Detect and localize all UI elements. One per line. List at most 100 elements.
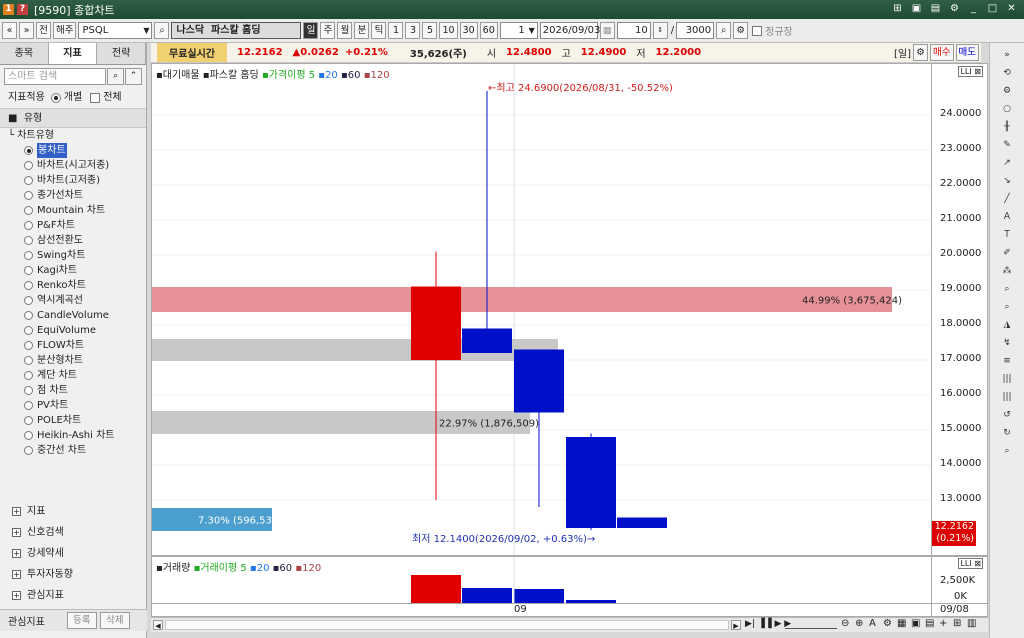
settings-icon[interactable]: ⚙: [883, 618, 892, 629]
period-tick-button[interactable]: 틱: [371, 22, 387, 39]
rotate-right-icon[interactable]: ↻: [996, 425, 1018, 442]
total-count-input[interactable]: 3000: [676, 22, 715, 39]
prev-prev-button[interactable]: «: [2, 22, 17, 39]
chart-type-item[interactable]: Kagi차트: [8, 263, 146, 278]
minute-60-button[interactable]: 60: [479, 22, 498, 39]
chart-type-item[interactable]: Heikin-Ashi 차트: [8, 428, 146, 443]
chart-type-item[interactable]: 분산형차트: [8, 353, 146, 368]
chart-type-item[interactable]: 중간선 차트: [8, 443, 146, 458]
zoom-slider[interactable]: [785, 621, 837, 629]
tab-jeon[interactable]: 전: [36, 22, 51, 39]
layout-2-icon[interactable]: ▣: [911, 618, 920, 629]
smart-search-input[interactable]: 스마트 검색: [4, 68, 106, 85]
chart-type-item[interactable]: 삼선전환도: [8, 233, 146, 248]
delete-button[interactable]: 삭제: [99, 612, 130, 629]
register-button[interactable]: 등록: [66, 612, 97, 629]
line-icon[interactable]: ╱: [996, 191, 1018, 208]
undo-icon[interactable]: ⟲: [996, 65, 1018, 82]
chart-type-item[interactable]: POLE차트: [8, 413, 146, 428]
fork-icon[interactable]: ↯: [996, 335, 1018, 352]
collapse-icon[interactable]: ⌃: [125, 68, 142, 85]
font-size-icon[interactable]: A: [869, 618, 876, 629]
calendar-icon[interactable]: ▦: [599, 22, 615, 39]
add-icon[interactable]: +: [939, 618, 947, 629]
minimize-button[interactable]: _: [967, 2, 980, 15]
chart-type-item[interactable]: EquiVolume: [8, 323, 146, 338]
tree-root[interactable]: └ 차트유형: [8, 128, 146, 143]
bars-icon[interactable]: |||: [996, 371, 1018, 388]
type-section-header[interactable]: ■ 유형: [0, 108, 146, 128]
group-signal[interactable]: + 신호검색: [0, 522, 147, 543]
zoom-icon[interactable]: ⌕: [716, 22, 732, 39]
individual-radio[interactable]: [50, 93, 61, 103]
layout-1-icon[interactable]: ▦: [897, 618, 906, 629]
pattern-icon[interactable]: ⁂: [996, 263, 1018, 280]
layout-icon[interactable]: ▣: [910, 2, 923, 15]
prev-button[interactable]: »: [19, 22, 34, 39]
volume-axis-mode-icon[interactable]: LLI ⊠: [958, 558, 983, 569]
group-favorite[interactable]: + 관심지표: [0, 585, 147, 606]
group-strength[interactable]: + 강세약세: [0, 543, 147, 564]
gear-icon[interactable]: ⚙: [948, 2, 961, 15]
chart-type-item[interactable]: 계단 차트: [8, 368, 146, 383]
help-icon[interactable]: ?: [17, 4, 28, 15]
maximize-button[interactable]: □: [986, 2, 999, 15]
period-day-button[interactable]: 일: [303, 22, 319, 39]
volume-chart[interactable]: ▪거래량 ▪거래이평 5 ▪20 ▪60 ▪120: [151, 556, 932, 604]
all-checkbox[interactable]: [90, 93, 101, 103]
scroll-track[interactable]: [165, 620, 729, 630]
scroll-left-icon[interactable]: ◀: [153, 620, 163, 630]
view-count-input[interactable]: 10: [616, 22, 651, 39]
layout-5-icon[interactable]: ▥: [967, 618, 976, 629]
price-chart[interactable]: 44.99% (3,675,424) 22.97% (1,876,509) 7.30…: [151, 63, 932, 556]
triangle-icon[interactable]: ◮: [996, 317, 1018, 334]
print-icon[interactable]: ▤: [929, 2, 942, 15]
gear-icon[interactable]: ⚙: [996, 83, 1018, 100]
chart-type-item[interactable]: Renko차트: [8, 278, 146, 293]
regular-session-checkbox[interactable]: [752, 25, 763, 36]
group-indicator[interactable]: + 지표: [0, 501, 147, 522]
pin-icon[interactable]: ⊞: [891, 2, 904, 15]
sell-button[interactable]: 매도: [955, 44, 979, 61]
layout-4-icon[interactable]: ⊞: [953, 618, 961, 629]
pen-icon[interactable]: ✎: [996, 137, 1018, 154]
chart-type-item[interactable]: FLOW차트: [8, 338, 146, 353]
bars2-icon[interactable]: |||: [996, 389, 1018, 406]
tab-haeju[interactable]: 해주: [53, 22, 77, 39]
settings-gear-icon[interactable]: ⚙: [733, 22, 749, 39]
minute-1-button[interactable]: 1: [388, 22, 404, 39]
chart-scrollbar[interactable]: ◀ ▶ ▶| ▐▐ ▶ ▶ ⊖ ⊕ A ⚙ ▦ ▣ ▤ + ⊞ ▥: [151, 617, 988, 632]
chart-type-item[interactable]: PV차트: [8, 398, 146, 413]
period-week-button[interactable]: 주: [320, 22, 336, 39]
magnet-icon[interactable]: ⌕: [996, 281, 1018, 298]
trend-up-icon[interactable]: ↗: [996, 155, 1018, 172]
close-button[interactable]: ✕: [1005, 2, 1018, 15]
rotate-left-icon[interactable]: ↺: [996, 407, 1018, 424]
minute-3-button[interactable]: 3: [405, 22, 421, 39]
pencil-icon[interactable]: ✐: [996, 245, 1018, 262]
period-minute-button[interactable]: 분: [354, 22, 370, 39]
spin-icon[interactable]: ⇕: [652, 22, 668, 39]
chart-type-item[interactable]: 종가선차트: [8, 188, 146, 203]
trend-down-icon[interactable]: ↘: [996, 173, 1018, 190]
minute-30-button[interactable]: 30: [459, 22, 478, 39]
tab-indicator[interactable]: 지표: [48, 43, 98, 64]
chart-type-item[interactable]: 역시계곡선: [8, 293, 146, 308]
chart-type-item[interactable]: 바차트(고저종): [8, 173, 146, 188]
circle-icon[interactable]: ○: [996, 101, 1018, 118]
chart-type-item[interactable]: 바차트(시고저종): [8, 158, 146, 173]
grid-icon[interactable]: ╫: [996, 119, 1018, 136]
chart-settings-icon[interactable]: ⚙: [913, 44, 929, 61]
zoom-icon[interactable]: ⌕: [996, 443, 1018, 460]
tab-stock[interactable]: 종목: [0, 43, 49, 64]
buy-button[interactable]: 매수: [930, 44, 954, 61]
zoom-in-icon[interactable]: ⊕: [855, 618, 863, 629]
scroll-right-icon[interactable]: ▶: [731, 620, 741, 630]
symbol-input[interactable]: PSQL ▼: [78, 22, 153, 39]
chart-type-item[interactable]: CandleVolume: [8, 308, 146, 323]
tab-strategy[interactable]: 전략: [97, 43, 147, 64]
text-icon[interactable]: Ｔ: [996, 227, 1018, 244]
layout-3-icon[interactable]: ▤: [925, 618, 934, 629]
chart-type-item[interactable]: P&F차트: [8, 218, 146, 233]
fib-icon[interactable]: ≡: [996, 353, 1018, 370]
